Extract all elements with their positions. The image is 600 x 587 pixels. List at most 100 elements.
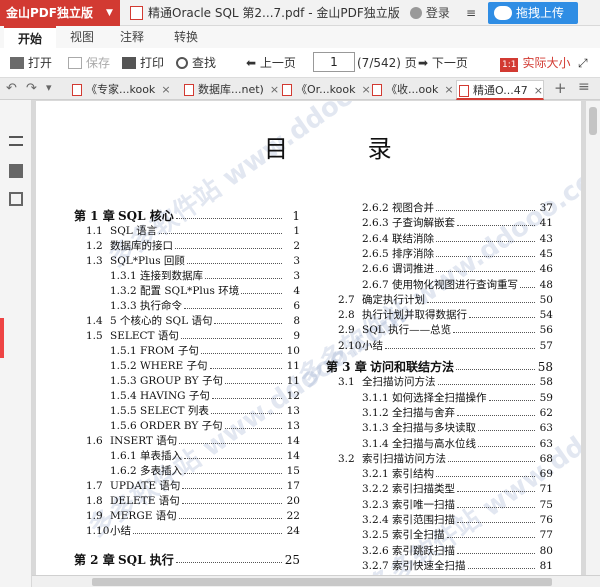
- chevron-down-icon[interactable]: ▾: [46, 81, 52, 94]
- add-tab-icon[interactable]: +: [554, 79, 567, 97]
- toc-page: 71: [539, 483, 553, 496]
- toc-entry[interactable]: 1.5.2 WHERE 子句 11: [110, 359, 300, 373]
- toc-leader: [179, 443, 282, 444]
- app-name: 金山PDF独立版: [6, 6, 93, 20]
- scroll-thumb[interactable]: [589, 107, 597, 135]
- upload-button[interactable]: 拖拽上传: [488, 2, 578, 24]
- actual-size-button[interactable]: 1:1 实际大小: [500, 52, 571, 74]
- toc-entry[interactable]: 1.6.1 单表插入 14: [110, 449, 300, 463]
- toc-entry[interactable]: 3.1.1 如何选择全扫描操作 59: [362, 391, 553, 405]
- prev-page-button[interactable]: ⬅ 上一页: [246, 52, 296, 74]
- toc-entry[interactable]: 1.5.1 FROM 子句 10: [110, 344, 300, 358]
- toc-entry[interactable]: 2.8 执行计划并取得数据行 54: [338, 308, 553, 322]
- find-button[interactable]: 查找: [176, 52, 216, 74]
- toc-entry[interactable]: 1.7 UPDATE 语句 17: [86, 479, 300, 493]
- menu-icon[interactable]: ≡: [460, 0, 482, 26]
- toc-entry[interactable]: 2.9 SQL 执行——总览 56: [338, 323, 553, 337]
- toc-entry[interactable]: 3.1.2 全扫描与舍弃 62: [362, 406, 553, 420]
- toc-entry[interactable]: 3.1.4 全扫描与高水位线 63: [362, 437, 553, 451]
- close-icon[interactable]: ×: [161, 83, 170, 96]
- print-button[interactable]: 打印: [122, 52, 164, 74]
- toc-page: 46: [539, 263, 553, 276]
- toc-entry[interactable]: 1.3.1 连接到数据库 3: [110, 269, 300, 283]
- toc-entry[interactable]: 2.6.3 子查询解嵌套 41: [362, 216, 553, 230]
- toc-entry[interactable]: 1.2 数据库的接口 2: [86, 239, 300, 253]
- toc-entry[interactable]: 3.2.7 索引快速全扫描 81: [362, 559, 553, 573]
- next-page-button[interactable]: ➡ 下一页: [418, 52, 468, 74]
- close-icon[interactable]: ×: [534, 84, 543, 97]
- toc-page: 37: [539, 202, 553, 214]
- close-icon[interactable]: ×: [270, 83, 279, 96]
- toc-chapter[interactable]: 第 2 章 SQL 执行 25: [74, 553, 300, 567]
- doc-tab[interactable]: 数据库...net) ×: [182, 80, 279, 100]
- tab-view[interactable]: 视图: [56, 26, 108, 48]
- toc-entry[interactable]: 3.1.3 全扫描与多块读取 63: [362, 421, 553, 435]
- toc-entry[interactable]: 3.2 索引扫描访问方法 68: [338, 452, 553, 466]
- toc-entry[interactable]: 1.9 MERGE 语句 22: [86, 509, 300, 523]
- toc-entry[interactable]: 1.5.3 GROUP BY 子句 11: [110, 374, 300, 388]
- toc-entry[interactable]: 1.6.2 多表插入 15: [110, 464, 300, 478]
- scroll-thumb[interactable]: [92, 578, 552, 586]
- menu-icon[interactable]: ≡: [578, 79, 590, 95]
- vertical-scrollbar[interactable]: [586, 101, 600, 575]
- doc-tab-active[interactable]: 精通O...47 ×: [456, 80, 544, 100]
- toc-entry[interactable]: 1.5.6 ORDER BY 子句 13: [110, 419, 300, 433]
- toc-text: 访问和联结方法: [370, 360, 455, 374]
- redo-icon[interactable]: ↷: [26, 81, 37, 96]
- toc-entry[interactable]: 1.3.2 配置 SQL*Plus 环境 4: [110, 284, 300, 298]
- toc-entry[interactable]: 1.10小结 24: [86, 524, 300, 538]
- toc-entry[interactable]: 3.1 全扫描访问方法 58: [338, 375, 553, 389]
- comments-icon[interactable]: [9, 164, 23, 178]
- tab-annotate[interactable]: 注释: [106, 26, 158, 48]
- toc-entry[interactable]: 2.6.5 排序消除 45: [362, 247, 553, 261]
- toc-chapter[interactable]: 第 1 章 SQL 核心 1: [74, 209, 300, 223]
- toc-entry[interactable]: 2.10小结 57: [338, 339, 553, 353]
- toc-entry[interactable]: 3.2.3 索引唯一扫描 75: [362, 498, 553, 512]
- doc-tab[interactable]: 《专家...kook ×: [70, 80, 171, 100]
- page-number-input[interactable]: 1: [313, 52, 355, 72]
- toc-entry[interactable]: 3.2.6 索引跳跃扫描 80: [362, 544, 553, 558]
- doc-tab[interactable]: 《Or...kook ×: [280, 80, 371, 100]
- toc-entry[interactable]: 1.5.5 SELECT 列表 13: [110, 404, 300, 418]
- fit-icon[interactable]: ⤢: [578, 52, 588, 74]
- sidebar: [0, 100, 32, 587]
- toc-leader: [201, 353, 282, 354]
- toc-entry[interactable]: 1.8 DELETE 语句 20: [86, 494, 300, 508]
- toc-entry[interactable]: 2.6.4 联结消除 43: [362, 232, 553, 246]
- save-button[interactable]: 保存: [68, 52, 110, 74]
- toc-entry[interactable]: 1.4 5 个核心的 SQL 语句 8: [86, 314, 300, 328]
- toc-entry[interactable]: 1.3.3 执行命令 6: [110, 299, 300, 313]
- panel-toggle[interactable]: [0, 318, 4, 358]
- toc-text: 视图合并: [392, 202, 434, 214]
- toc-entry[interactable]: 1.5.4 HAVING 子句 12: [110, 389, 300, 403]
- outline-icon[interactable]: [9, 136, 23, 146]
- toc-entry[interactable]: 3.2.2 索引扫描类型 71: [362, 482, 553, 496]
- login-button[interactable]: 登录: [404, 0, 456, 26]
- horizontal-scrollbar[interactable]: [32, 575, 600, 587]
- toc-number: 1.9: [86, 510, 103, 522]
- tab-convert[interactable]: 转换: [160, 26, 212, 48]
- open-button[interactable]: 打开: [10, 52, 52, 74]
- toc-entry[interactable]: 3.2.1 索引结构 69: [362, 467, 553, 481]
- toc-entry[interactable]: 2.6.7 使用物化视图进行查询重写 48: [362, 278, 553, 292]
- toc-leader: [457, 414, 535, 416]
- undo-icon[interactable]: ↶: [6, 81, 17, 96]
- toc-entry[interactable]: 1.5 SELECT 语句 9: [86, 329, 300, 343]
- toc-entry[interactable]: 1.6 INSERT 语句 14: [86, 434, 300, 448]
- toc-text: 多表插入: [140, 465, 182, 477]
- toc-entry[interactable]: 2.6.2 视图合并 37: [362, 201, 553, 215]
- app-menu-button[interactable]: 金山PDF独立版 ▼: [0, 0, 120, 26]
- toc-entry[interactable]: 2.6.6 谓词推进 46: [362, 262, 553, 276]
- tab-home[interactable]: 开始: [4, 26, 56, 48]
- toc-chapter[interactable]: 第 3 章访问和联结方法 58: [326, 360, 553, 374]
- toc-number: 3.2: [338, 452, 355, 465]
- close-icon[interactable]: ×: [444, 83, 453, 96]
- thumbnails-icon[interactable]: [9, 192, 23, 206]
- doc-tab[interactable]: 《收...ook ×: [370, 80, 454, 100]
- toc-entry[interactable]: 1.1 SQL 语言 1: [86, 224, 300, 238]
- toc-entry[interactable]: 2.7 确定执行计划 50: [338, 293, 553, 307]
- chevron-down-icon: ▼: [106, 8, 113, 18]
- toc-entry[interactable]: 3.2.5 索引全扫描 77: [362, 528, 553, 542]
- toc-entry[interactable]: 3.2.4 索引范围扫描 76: [362, 513, 553, 527]
- toc-entry[interactable]: 1.3 SQL*Plus 回顾 3: [86, 254, 300, 268]
